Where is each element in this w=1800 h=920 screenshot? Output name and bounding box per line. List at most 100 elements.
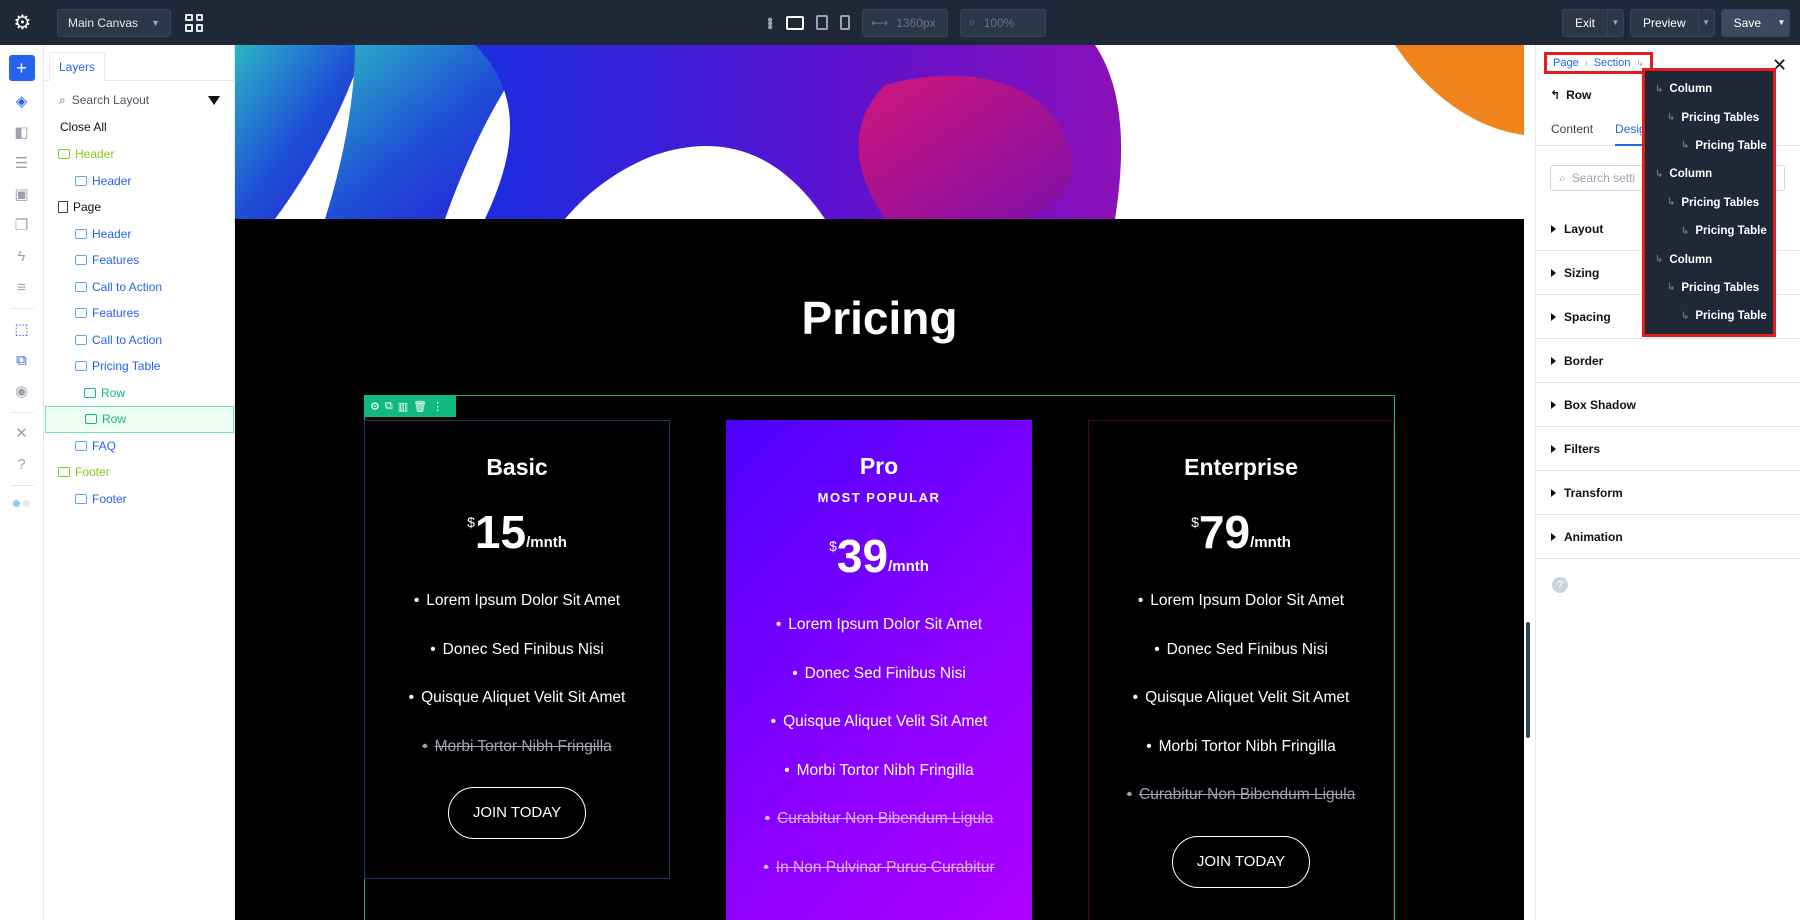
layer-item-label: Features — [92, 253, 140, 268]
price-currency: $ — [829, 538, 837, 554]
more-vertical-icon[interactable]: ••• — [760, 17, 778, 28]
feature-item: Morbi Tortor Nibh Fringilla — [726, 747, 1032, 796]
styles-icon[interactable]: ◧ — [11, 121, 33, 143]
dropdown-item[interactable]: ↳ Pricing Table — [1645, 132, 1773, 160]
row-more-vertical-icon[interactable]: ⋮ — [432, 400, 443, 413]
layer-item[interactable]: FAQ — [45, 433, 234, 460]
section-border[interactable]: Border — [1535, 339, 1800, 383]
media-icon[interactable]: ▣ — [11, 183, 33, 205]
tablet-view-icon[interactable] — [816, 15, 828, 30]
section-filters[interactable]: Filters — [1535, 427, 1800, 471]
caret-right-icon — [1551, 268, 1556, 277]
layer-item[interactable]: Header — [45, 221, 234, 248]
help-question-icon[interactable]: ? — [1552, 577, 1568, 593]
canvas-area[interactable]: Pricing ⚙ ⧉ ▥ 🗑 ⋮ Basic $15/mnth Lorem Ips… — [235, 45, 1524, 920]
price-amount: 15 — [474, 506, 527, 558]
breadcrumb-dropdown: ↳ Column ↳ Pricing Tables ↳ Pricing Table ↳ Col… — [1642, 68, 1776, 337]
layer-item-label: Features — [92, 306, 140, 321]
dropdown-item[interactable]: ↳ Pricing Tables — [1645, 189, 1773, 217]
layer-search-input[interactable]: ⌕ Search Layout — [51, 87, 228, 113]
pages-icon[interactable]: ❐ — [11, 214, 33, 236]
feature-list: Lorem Ipsum Dolor Sit AmetDonec Sed Fini… — [726, 601, 1032, 892]
canvas-select[interactable]: Main Canvas ▼ — [57, 8, 171, 37]
select-cursor-icon[interactable]: ⬚ — [11, 318, 33, 340]
price-period: /mnth — [1250, 534, 1291, 551]
section-animation[interactable]: Animation — [1535, 515, 1800, 559]
layer-item[interactable]: Header — [45, 141, 234, 168]
layer-item-label: Call to Action — [92, 332, 163, 347]
section-icon — [85, 414, 97, 425]
dropdown-item[interactable]: ↳ Pricing Tables — [1645, 103, 1773, 131]
row-delete-trash-icon[interactable]: 🗑 — [413, 400, 427, 413]
plan-price: $39/mnth — [726, 531, 1032, 581]
layers-icon[interactable]: ◈ — [11, 90, 33, 112]
layer-item[interactable]: Pricing Table — [45, 353, 234, 380]
dropdown-item[interactable]: ↳ Column — [1645, 245, 1773, 273]
layer-item[interactable]: Row — [45, 380, 234, 407]
pricing-card-basic[interactable]: Basic $15/mnth Lorem Ipsum Dolor Sit AmetD… — [364, 420, 670, 879]
layer-item[interactable]: Call to Action — [45, 274, 234, 301]
mobile-view-icon[interactable] — [840, 15, 850, 30]
help-question-icon[interactable]: ? — [11, 453, 33, 475]
interactions-bolt-icon[interactable]: ϟ — [11, 245, 33, 267]
zoom-input[interactable]: ⌕ 100% — [960, 8, 1046, 37]
desktop-view-icon[interactable] — [786, 15, 804, 30]
caret-right-icon — [1551, 444, 1556, 453]
section-icon — [58, 467, 70, 478]
layer-item-label: FAQ — [92, 438, 117, 453]
dropdown-item[interactable]: ↳ Pricing Table — [1645, 302, 1773, 330]
pricing-card-ent[interactable]: Enterprise $79/mnth Lorem Ipsum Dolor Sit … — [1088, 420, 1394, 920]
tab-layers[interactable]: Layers — [49, 52, 106, 81]
hero-blob-art — [235, 45, 1524, 219]
canvas-scrollbar[interactable] — [1526, 622, 1530, 738]
layer-item[interactable]: Footer — [45, 459, 234, 486]
exit-button[interactable]: Exit ▼ — [1561, 8, 1624, 37]
layer-item[interactable]: Features — [45, 247, 234, 274]
row-settings-gear-icon[interactable]: ⚙ — [370, 400, 380, 413]
tab-content[interactable]: Content — [1551, 113, 1593, 145]
exit-chevron-down-icon[interactable]: ▼ — [1606, 9, 1623, 36]
undo-arrow-icon[interactable]: ↰ — [1550, 88, 1560, 102]
pricing-heading[interactable]: Pricing — [235, 291, 1524, 345]
section-box-shadow[interactable]: Box Shadow — [1535, 383, 1800, 427]
add-element-icon[interactable]: + — [8, 55, 35, 81]
dropdown-item[interactable]: ↳ Column — [1645, 160, 1773, 188]
preview-chevron-down-icon[interactable]: ▼ — [1697, 9, 1714, 36]
preview-button[interactable]: Preview ▼ — [1629, 8, 1715, 37]
grid-apps-icon[interactable] — [185, 13, 203, 32]
row-duplicate-icon[interactable]: ⧉ — [385, 400, 393, 413]
join-today-button[interactable]: JOIN TODAY — [448, 787, 586, 839]
dropdown-item[interactable]: ↳ Pricing Tables — [1645, 274, 1773, 302]
zoom-search-icon: ⌕ — [969, 15, 976, 29]
child-arrow-icon: ↳ — [1655, 83, 1664, 95]
settings-gear-icon[interactable]: ⚙ — [0, 0, 45, 45]
pricing-card-pro[interactable]: Pro MOST POPULAR $39/mnth Lorem Ipsum Dolor… — [726, 420, 1032, 920]
section-transform[interactable]: Transform — [1535, 471, 1800, 515]
layer-item[interactable]: Features — [45, 300, 234, 327]
join-today-button[interactable]: JOIN TODAY — [1172, 835, 1310, 888]
multi-select-icon[interactable]: ⧉ — [11, 349, 33, 371]
layer-item[interactable]: Header — [45, 168, 234, 195]
save-chevron-down-icon[interactable]: ▼ — [1773, 9, 1789, 36]
save-button[interactable]: Save ▼ — [1720, 8, 1790, 37]
close-all-button[interactable]: Close All — [45, 113, 234, 141]
database-icon[interactable]: ☰ — [11, 152, 33, 174]
dropdown-item[interactable]: ↳ Column — [1645, 75, 1773, 103]
toggle-dots-icon[interactable] — [13, 500, 30, 507]
price-period: /mnth — [888, 558, 929, 575]
row-columns-icon[interactable]: ▥ — [398, 400, 408, 413]
section-label: Layout — [1564, 221, 1604, 236]
layer-item[interactable]: Footer — [45, 486, 234, 513]
breadcrumb-page[interactable]: Page — [1553, 57, 1579, 69]
layer-item[interactable]: Call to Action — [45, 327, 234, 354]
tools-icon[interactable]: ✕ — [11, 422, 33, 444]
breadcrumb-child-arrow-icon[interactable]: ↳ — [1636, 58, 1644, 69]
dropdown-item[interactable]: ↳ Pricing Table — [1645, 217, 1773, 245]
canvas-width-input[interactable]: ⟷ 1360px — [862, 8, 948, 37]
layer-item[interactable]: Page — [45, 194, 234, 221]
preview-eye-icon[interactable]: ◉ — [11, 380, 33, 402]
layer-item[interactable]: Row — [45, 406, 234, 433]
breadcrumb-section[interactable]: Section — [1594, 57, 1631, 69]
filter-icon[interactable] — [208, 95, 220, 105]
settings-sliders-icon[interactable]: ≡ — [11, 276, 33, 298]
